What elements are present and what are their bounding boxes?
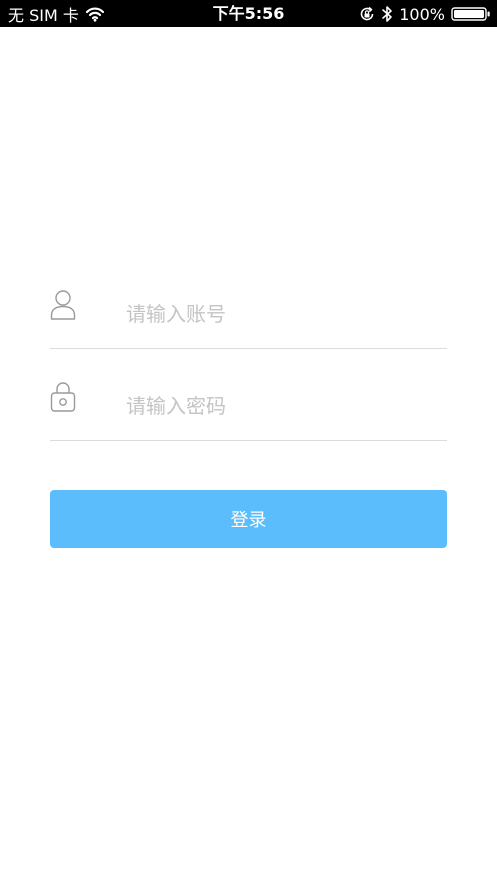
password-field[interactable] (50, 380, 447, 440)
orientation-lock-icon (359, 6, 375, 22)
account-divider (50, 348, 447, 349)
battery-percent: 100% (399, 4, 445, 24)
status-bar-right: 100% (359, 4, 491, 24)
lock-icon (50, 380, 76, 414)
bluetooth-icon (381, 5, 393, 23)
status-bar: 无 SIM 卡 下午5:56 100% (0, 0, 497, 27)
user-icon (50, 288, 76, 320)
account-input[interactable] (126, 298, 436, 330)
password-input[interactable] (126, 390, 436, 422)
login-button[interactable]: 登录 (50, 490, 447, 548)
account-field[interactable] (50, 288, 447, 348)
battery-icon (451, 6, 491, 22)
password-divider (50, 440, 447, 441)
